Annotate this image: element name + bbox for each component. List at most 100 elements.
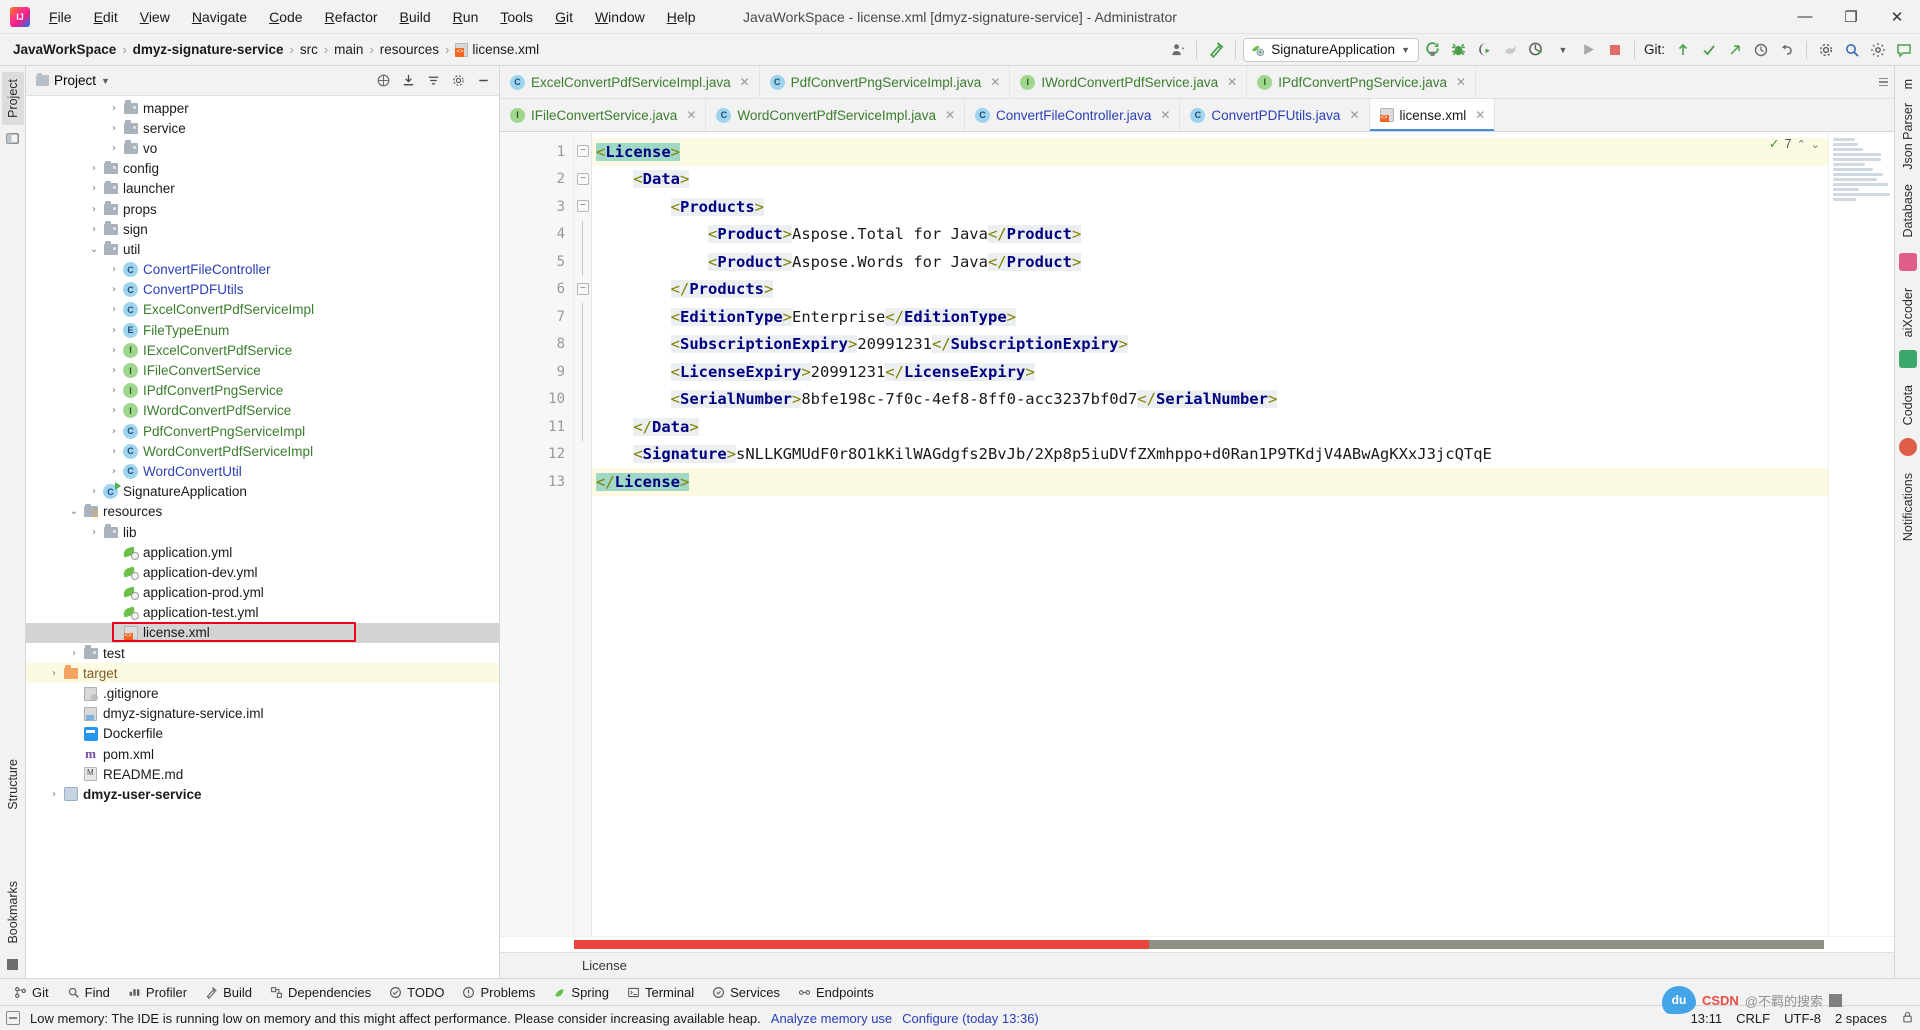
menu-item-code[interactable]: Code (258, 5, 313, 29)
menu-item-help[interactable]: Help (656, 5, 707, 29)
tree-row-launcher[interactable]: › launcher (26, 179, 499, 199)
fold-toggle-icon[interactable]: − (577, 282, 589, 295)
chevron-right-icon[interactable]: › (106, 466, 122, 477)
tool-window-problems[interactable]: Problems (454, 982, 543, 1003)
sidebar-item-aixcoder[interactable]: aiXcoder (1897, 281, 1919, 344)
tree-row-ipdfconvertpngservice[interactable]: › I IPdfConvertPngService (26, 381, 499, 401)
editor-breadcrumb[interactable]: License (500, 952, 1894, 978)
chevron-right-icon[interactable]: › (106, 405, 122, 416)
tool-window-profiler[interactable]: Profiler (120, 982, 195, 1003)
chevron-right-icon[interactable]: › (66, 648, 82, 659)
tool-window-todo[interactable]: TODO (381, 982, 452, 1003)
tree-row-sign[interactable]: › sign (26, 219, 499, 239)
aixcoder-icon[interactable] (1898, 252, 1917, 271)
hide-panel-icon[interactable] (471, 69, 495, 93)
hammer-build-icon[interactable] (1204, 38, 1228, 62)
tree-row-test[interactable]: › test (26, 643, 499, 663)
tree-row-resources[interactable]: ⌄ resources (26, 502, 499, 522)
chevron-right-icon[interactable]: › (106, 103, 122, 114)
chevron-down-icon[interactable]: ⌄ (1811, 138, 1820, 151)
undo-icon[interactable] (1775, 38, 1799, 62)
chevron-right-icon[interactable]: › (106, 325, 122, 336)
close-icon[interactable]: ✕ (1160, 108, 1170, 122)
tree-row-convertpdfutils[interactable]: › C ConvertPDFUtils (26, 280, 499, 300)
chevron-right-icon[interactable]: › (86, 224, 102, 235)
code-folding-column[interactable]: − − − − (574, 132, 592, 936)
editor-tab-iwordconvertpdfservice-java[interactable]: I IWordConvertPdfService.java ✕ (1010, 66, 1248, 98)
code-line[interactable]: <SerialNumber> 8bfe198c-7f0c-4ef8-8ff0-ac… (592, 386, 1828, 414)
breadcrumb-item-src[interactable]: src (295, 40, 323, 59)
tree-row-application-dev-yml[interactable]: application-dev.yml (26, 562, 499, 582)
menu-item-window[interactable]: Window (584, 5, 656, 29)
close-icon[interactable]: ✕ (740, 75, 750, 89)
code-editor[interactable]: 1 2 3 4 5 6 7 8 9 10 11 12 13 − − − − <License> <Data> … (500, 132, 1894, 936)
settings-gear-icon[interactable] (1814, 38, 1838, 62)
code-line[interactable]: <LicenseExpiry> 20991231 </LicenseExpiry> (592, 358, 1828, 386)
fold-toggle-icon[interactable]: − (577, 145, 589, 157)
settings-gear-icon[interactable] (446, 69, 470, 93)
indent-widget[interactable]: 2 spaces (1835, 1011, 1887, 1026)
tool-window-services[interactable]: Services (704, 982, 788, 1003)
tree-row-application-prod-yml[interactable]: application-prod.yml (26, 583, 499, 603)
fold-toggle-icon[interactable]: − (577, 172, 589, 185)
ide-settings-icon[interactable] (1866, 38, 1890, 62)
chevron-right-icon[interactable]: › (86, 183, 102, 194)
git-update-icon[interactable] (1671, 38, 1695, 62)
close-icon[interactable]: ✕ (1456, 75, 1466, 89)
tree-row-wordconvertpdfserviceimpl[interactable]: › C WordConvertPdfServiceImpl (26, 441, 499, 461)
menu-item-git[interactable]: Git (544, 5, 584, 29)
inspection-widget[interactable]: ✓ 7 ⌃ ⌄ (1769, 136, 1820, 152)
fold-toggle-icon[interactable]: − (577, 200, 589, 212)
chevron-right-icon[interactable]: › (106, 264, 122, 275)
project-tree[interactable]: › mapper › service › vo › config › launcher › props… (26, 96, 499, 978)
close-icon[interactable]: ✕ (1475, 108, 1485, 122)
tool-window-find[interactable]: Find (59, 982, 118, 1003)
tree-row-filetypeenum[interactable]: › E FileTypeEnum (26, 320, 499, 340)
tree-row-signatureapplication[interactable]: › C SignatureApplication (26, 482, 499, 502)
tree-row-convertfilecontroller[interactable]: › C ConvertFileController (26, 260, 499, 280)
close-button[interactable]: ✕ (1874, 0, 1920, 33)
run-configuration-selector[interactable]: SignatureApplication ▼ (1243, 37, 1419, 62)
tree-row-pom-xml[interactable]: m pom.xml (26, 744, 499, 764)
editor-tab-pdfconvertpngserviceimpl-java[interactable]: C PdfConvertPngServiceImpl.java ✕ (759, 66, 1011, 98)
chevron-right-icon[interactable]: › (106, 385, 122, 396)
tree-row-lib[interactable]: › lib (26, 522, 499, 542)
tree-row-excelconvertpdfserviceimpl[interactable]: › C ExcelConvertPdfServiceImpl (26, 300, 499, 320)
tree-row-config[interactable]: › config (26, 159, 499, 179)
profiler-icon[interactable] (1499, 38, 1523, 62)
tree-row-service[interactable]: › service (26, 118, 499, 138)
tree-row-dmyz-signature-service-iml[interactable]: dmyz-signature-service.iml (26, 704, 499, 724)
code-line[interactable]: <SubscriptionExpiry> 20991231 </Subscripti… (592, 331, 1828, 359)
editor-tab-wordconvertpdfserviceimpl-java[interactable]: C WordConvertPdfServiceImpl.java ✕ (706, 99, 966, 131)
chevron-right-icon[interactable]: › (86, 163, 102, 174)
menu-item-build[interactable]: Build (389, 5, 442, 29)
chevron-down-icon[interactable]: ▼ (101, 76, 110, 86)
menu-item-view[interactable]: View (129, 5, 181, 29)
tree-row-target[interactable]: › target (26, 663, 499, 684)
tree-row-dmyz-user-service[interactable]: › dmyz-user-service (26, 784, 499, 804)
tool-window-dependencies[interactable]: Dependencies (262, 982, 379, 1003)
tool-window-terminal[interactable]: Terminal (619, 982, 702, 1003)
code-line[interactable]: </License> (592, 468, 1828, 496)
hscroll-track[interactable] (574, 940, 1824, 949)
configure-link[interactable]: Configure (today 13:36) (902, 1011, 1039, 1026)
tree-row-license-xml[interactable]: license.xml (26, 622, 499, 644)
tool-window-git[interactable]: Git (6, 982, 57, 1003)
breadcrumb-item-resources[interactable]: resources (375, 40, 444, 59)
code-content[interactable]: <License> <Data> <Products> <Product> Asp… (592, 132, 1828, 936)
chevron-right-icon[interactable]: › (106, 123, 122, 134)
tree-row-pdfconvertpngserviceimpl[interactable]: › C PdfConvertPngServiceImpl (26, 421, 499, 441)
chevron-right-icon[interactable]: › (46, 668, 62, 679)
notifications-bell-icon[interactable] (1898, 438, 1917, 457)
close-icon[interactable]: ✕ (945, 108, 955, 122)
chevron-right-icon[interactable]: › (106, 345, 122, 356)
menu-item-run[interactable]: Run (442, 5, 490, 29)
breadcrumb-item-dmyz-signature-service[interactable]: dmyz-signature-service (128, 40, 289, 59)
tree-row-wordconvertutil[interactable]: › C WordConvertUtil (26, 461, 499, 481)
chevron-down-icon[interactable]: ⌄ (86, 244, 102, 255)
expand-all-icon[interactable] (396, 69, 420, 93)
code-line[interactable]: <Signature> sNLLKGMUdF0r8O1kKilWAGdgfs2Bv… (592, 441, 1828, 469)
chevron-right-icon[interactable]: › (106, 446, 122, 457)
chevron-down-icon[interactable]: ⌄ (66, 506, 82, 517)
codota-icon[interactable] (1898, 349, 1917, 368)
